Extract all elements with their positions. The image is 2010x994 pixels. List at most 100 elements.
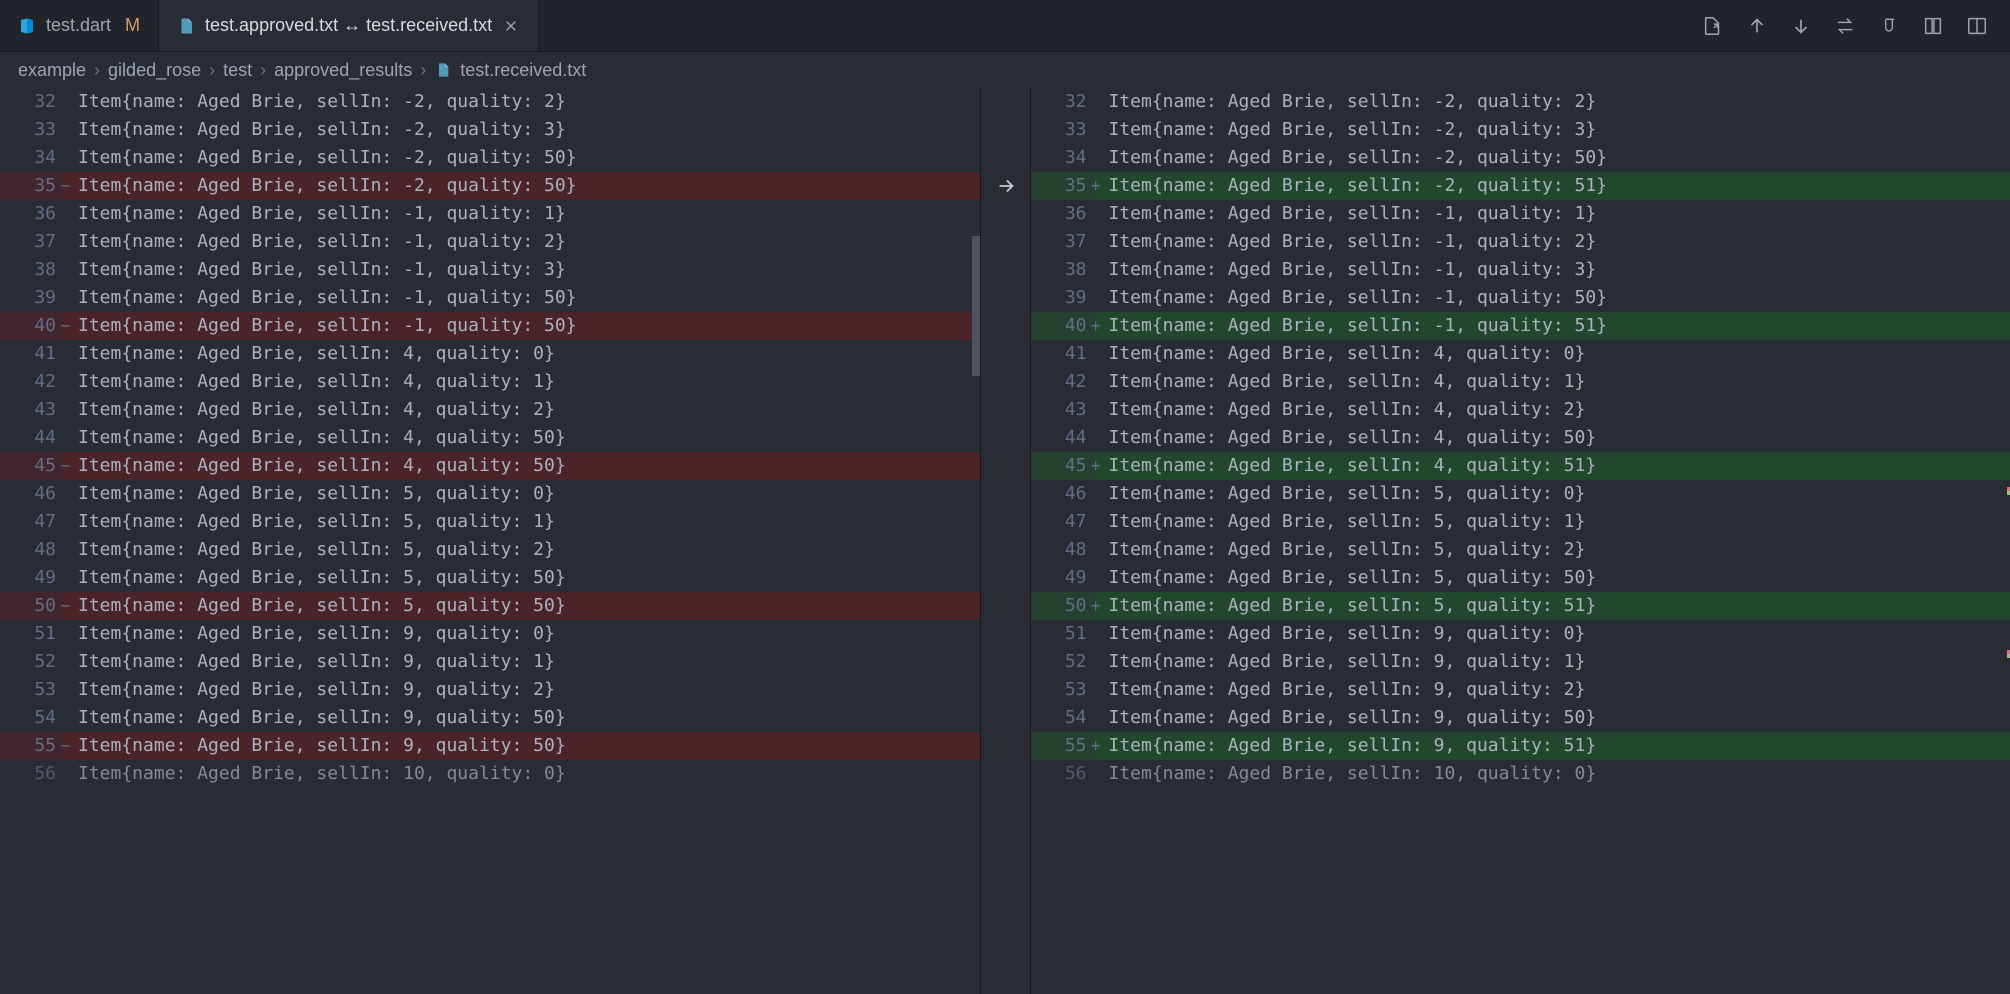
diff-line[interactable]: 48Item{name: Aged Brie, sellIn: 5, quali… (1031, 536, 2010, 564)
swap-sides-icon[interactable] (1834, 15, 1856, 37)
diff-line[interactable]: 40+Item{name: Aged Brie, sellIn: -1, qua… (1031, 312, 2010, 340)
go-to-file-icon[interactable] (1702, 15, 1724, 37)
whitespace-icon[interactable] (1878, 15, 1900, 37)
line-content: Item{name: Aged Brie, sellIn: 5, quality… (1095, 564, 2010, 592)
diff-line[interactable]: 55−Item{name: Aged Brie, sellIn: 9, qual… (0, 732, 980, 760)
diff-line[interactable]: 37Item{name: Aged Brie, sellIn: -1, qual… (1031, 228, 2010, 256)
line-content: Item{name: Aged Brie, sellIn: -1, qualit… (1095, 256, 2010, 284)
diff-line[interactable]: 36Item{name: Aged Brie, sellIn: -1, qual… (1031, 200, 2010, 228)
diff-line[interactable]: 49Item{name: Aged Brie, sellIn: 5, quali… (0, 564, 980, 592)
diff-line[interactable]: 41Item{name: Aged Brie, sellIn: 4, quali… (1031, 340, 2010, 368)
diff-line[interactable]: 37Item{name: Aged Brie, sellIn: -1, qual… (0, 228, 980, 256)
diff-line[interactable]: 42Item{name: Aged Brie, sellIn: 4, quali… (1031, 368, 2010, 396)
line-content: Item{name: Aged Brie, sellIn: 5, quality… (1095, 536, 2010, 564)
diff-line[interactable]: 56Item{name: Aged Brie, sellIn: 10, qual… (0, 760, 980, 788)
line-content: Item{name: Aged Brie, sellIn: 9, quality… (1095, 648, 2010, 676)
diff-line[interactable]: 44Item{name: Aged Brie, sellIn: 4, quali… (1031, 424, 2010, 452)
diff-line[interactable]: 53Item{name: Aged Brie, sellIn: 9, quali… (1031, 676, 2010, 704)
line-number: 38 (0, 256, 64, 284)
diff-line[interactable]: 42Item{name: Aged Brie, sellIn: 4, quali… (0, 368, 980, 396)
diff-line[interactable]: 32Item{name: Aged Brie, sellIn: -2, qual… (0, 88, 980, 116)
diff-line[interactable]: 39Item{name: Aged Brie, sellIn: -1, qual… (0, 284, 980, 312)
tab-test-dart[interactable]: test.dart M (0, 0, 159, 51)
plus-icon: + (1091, 592, 1101, 620)
diff-line[interactable]: 48Item{name: Aged Brie, sellIn: 5, quali… (0, 536, 980, 564)
diff-line[interactable]: 56Item{name: Aged Brie, sellIn: 10, qual… (1031, 760, 2010, 788)
diff-line[interactable]: 45−Item{name: Aged Brie, sellIn: 4, qual… (0, 452, 980, 480)
line-number: 53 (0, 676, 64, 704)
apply-change-arrow-icon[interactable] (993, 173, 1019, 199)
diff-line[interactable]: 39Item{name: Aged Brie, sellIn: -1, qual… (1031, 284, 2010, 312)
line-number: 54 (0, 704, 64, 732)
line-number: 55− (0, 732, 64, 760)
line-content: Item{name: Aged Brie, sellIn: -2, qualit… (1095, 88, 2010, 116)
diff-line[interactable]: 44Item{name: Aged Brie, sellIn: 4, quali… (0, 424, 980, 452)
line-content: Item{name: Aged Brie, sellIn: 5, quality… (64, 564, 980, 592)
diff-line[interactable]: 52Item{name: Aged Brie, sellIn: 9, quali… (1031, 648, 2010, 676)
line-content: Item{name: Aged Brie, sellIn: -2, qualit… (64, 172, 980, 200)
diff-line[interactable]: 50−Item{name: Aged Brie, sellIn: 5, qual… (0, 592, 980, 620)
diff-line[interactable]: 54Item{name: Aged Brie, sellIn: 9, quali… (1031, 704, 2010, 732)
diff-line[interactable]: 33Item{name: Aged Brie, sellIn: -2, qual… (1031, 116, 2010, 144)
breadcrumb-segment[interactable]: gilded_rose (108, 60, 201, 81)
diff-line[interactable]: 32Item{name: Aged Brie, sellIn: -2, qual… (1031, 88, 2010, 116)
close-icon[interactable] (502, 17, 520, 35)
diff-line[interactable]: 46Item{name: Aged Brie, sellIn: 5, quali… (1031, 480, 2010, 508)
chevron-right-icon: › (260, 60, 266, 81)
line-number: 41 (0, 340, 64, 368)
breadcrumb-segment[interactable]: approved_results (274, 60, 412, 81)
chevron-right-icon: › (420, 60, 426, 81)
diff-line[interactable]: 36Item{name: Aged Brie, sellIn: -1, qual… (0, 200, 980, 228)
diff-line[interactable]: 33Item{name: Aged Brie, sellIn: -2, qual… (0, 116, 980, 144)
line-content: Item{name: Aged Brie, sellIn: -1, qualit… (64, 256, 980, 284)
diff-line[interactable]: 53Item{name: Aged Brie, sellIn: 9, quali… (0, 676, 980, 704)
diff-line[interactable]: 34Item{name: Aged Brie, sellIn: -2, qual… (0, 144, 980, 172)
line-content: Item{name: Aged Brie, sellIn: -2, qualit… (64, 116, 980, 144)
breadcrumb-file[interactable]: test.received.txt (460, 60, 586, 81)
diff-pane-original[interactable]: 32Item{name: Aged Brie, sellIn: -2, qual… (0, 88, 981, 994)
diff-line[interactable]: 35−Item{name: Aged Brie, sellIn: -2, qua… (0, 172, 980, 200)
previous-change-icon[interactable] (1746, 15, 1768, 37)
diff-line[interactable]: 41Item{name: Aged Brie, sellIn: 4, quali… (0, 340, 980, 368)
diff-line[interactable]: 49Item{name: Aged Brie, sellIn: 5, quali… (1031, 564, 2010, 592)
scrollbar-thumb[interactable] (972, 236, 980, 376)
diff-line[interactable]: 51Item{name: Aged Brie, sellIn: 9, quali… (1031, 620, 2010, 648)
next-change-icon[interactable] (1790, 15, 1812, 37)
diff-line[interactable]: 35+Item{name: Aged Brie, sellIn: -2, qua… (1031, 172, 2010, 200)
line-content: Item{name: Aged Brie, sellIn: 4, quality… (64, 424, 980, 452)
diff-line[interactable]: 55+Item{name: Aged Brie, sellIn: 9, qual… (1031, 732, 2010, 760)
diff-line[interactable]: 54Item{name: Aged Brie, sellIn: 9, quali… (0, 704, 980, 732)
diff-line[interactable]: 34Item{name: Aged Brie, sellIn: -2, qual… (1031, 144, 2010, 172)
line-number: 38 (1031, 256, 1095, 284)
line-number: 40+ (1031, 312, 1095, 340)
diff-line[interactable]: 40−Item{name: Aged Brie, sellIn: -1, qua… (0, 312, 980, 340)
diff-pane-modified[interactable]: 32Item{name: Aged Brie, sellIn: -2, qual… (1031, 88, 2010, 994)
minus-icon: − (60, 592, 70, 620)
breadcrumb-segment[interactable]: test (223, 60, 252, 81)
diff-line[interactable]: 46Item{name: Aged Brie, sellIn: 5, quali… (0, 480, 980, 508)
diff-line[interactable]: 38Item{name: Aged Brie, sellIn: -1, qual… (0, 256, 980, 284)
diff-line[interactable]: 47Item{name: Aged Brie, sellIn: 5, quali… (0, 508, 980, 536)
diff-line[interactable]: 43Item{name: Aged Brie, sellIn: 4, quali… (0, 396, 980, 424)
line-number: 56 (0, 760, 64, 788)
line-number: 36 (1031, 200, 1095, 228)
line-content: Item{name: Aged Brie, sellIn: -1, qualit… (1095, 200, 2010, 228)
line-number: 49 (1031, 564, 1095, 592)
tab-diff-view[interactable]: test.approved.txt ↔ test.received.txt (159, 0, 539, 51)
diff-line[interactable]: 50+Item{name: Aged Brie, sellIn: 5, qual… (1031, 592, 2010, 620)
breadcrumb-segment[interactable]: example (18, 60, 86, 81)
diff-line[interactable]: 43Item{name: Aged Brie, sellIn: 4, quali… (1031, 396, 2010, 424)
text-file-icon (177, 17, 195, 35)
diff-line[interactable]: 38Item{name: Aged Brie, sellIn: -1, qual… (1031, 256, 2010, 284)
minus-icon: − (60, 172, 70, 200)
diff-line[interactable]: 45+Item{name: Aged Brie, sellIn: 4, qual… (1031, 452, 2010, 480)
toggle-inline-icon[interactable] (1922, 15, 1944, 37)
split-editor-icon[interactable] (1966, 15, 1988, 37)
line-content: Item{name: Aged Brie, sellIn: 5, quality… (64, 508, 980, 536)
diff-line[interactable]: 52Item{name: Aged Brie, sellIn: 9, quali… (0, 648, 980, 676)
line-content: Item{name: Aged Brie, sellIn: 10, qualit… (64, 760, 980, 788)
line-content: Item{name: Aged Brie, sellIn: -2, qualit… (64, 144, 980, 172)
breadcrumb[interactable]: example › gilded_rose › test › approved_… (0, 52, 2010, 88)
diff-line[interactable]: 51Item{name: Aged Brie, sellIn: 9, quali… (0, 620, 980, 648)
diff-line[interactable]: 47Item{name: Aged Brie, sellIn: 5, quali… (1031, 508, 2010, 536)
